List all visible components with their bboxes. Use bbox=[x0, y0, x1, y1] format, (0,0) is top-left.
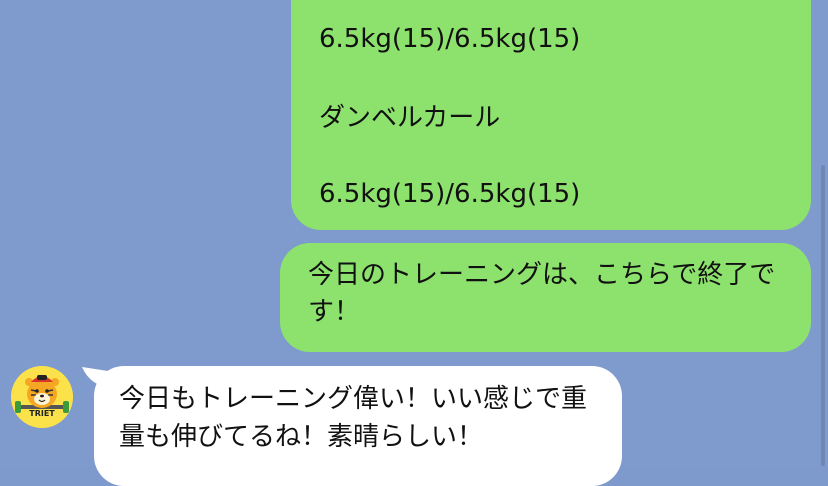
trainer-avatar[interactable]: TRIET bbox=[11, 366, 73, 428]
message-text: 今日のトレーニングは、こちらで終了です！ bbox=[308, 260, 776, 327]
message-text: 今日もトレーニング偉い！いい感じで重量も伸びてるね！素晴らしい！ bbox=[119, 384, 588, 452]
message-line: ダンベルカール bbox=[319, 103, 501, 133]
avatar-label: TRIET bbox=[29, 409, 55, 418]
message-line: 6.5kg(15)/6.5kg(15) bbox=[319, 24, 581, 54]
scrollbar[interactable] bbox=[821, 165, 825, 466]
incoming-message-bubble[interactable]: 今日もトレーニング偉い！いい感じで重量も伸びてるね！素晴らしい！ bbox=[94, 366, 622, 486]
outgoing-message-bubble[interactable]: 6.5kg(15)/6.5kg(15) ダンベルカール 6.5kg(15)/6.… bbox=[291, 0, 811, 230]
tiger-mascot-icon bbox=[11, 366, 73, 428]
chat-area[interactable]: 6.5kg(15)/6.5kg(15) ダンベルカール 6.5kg(15)/6.… bbox=[0, 0, 828, 486]
message-line: 6.5kg(15)/6.5kg(15) bbox=[319, 179, 581, 209]
outgoing-message-bubble[interactable]: 今日のトレーニングは、こちらで終了です！ bbox=[280, 243, 811, 352]
